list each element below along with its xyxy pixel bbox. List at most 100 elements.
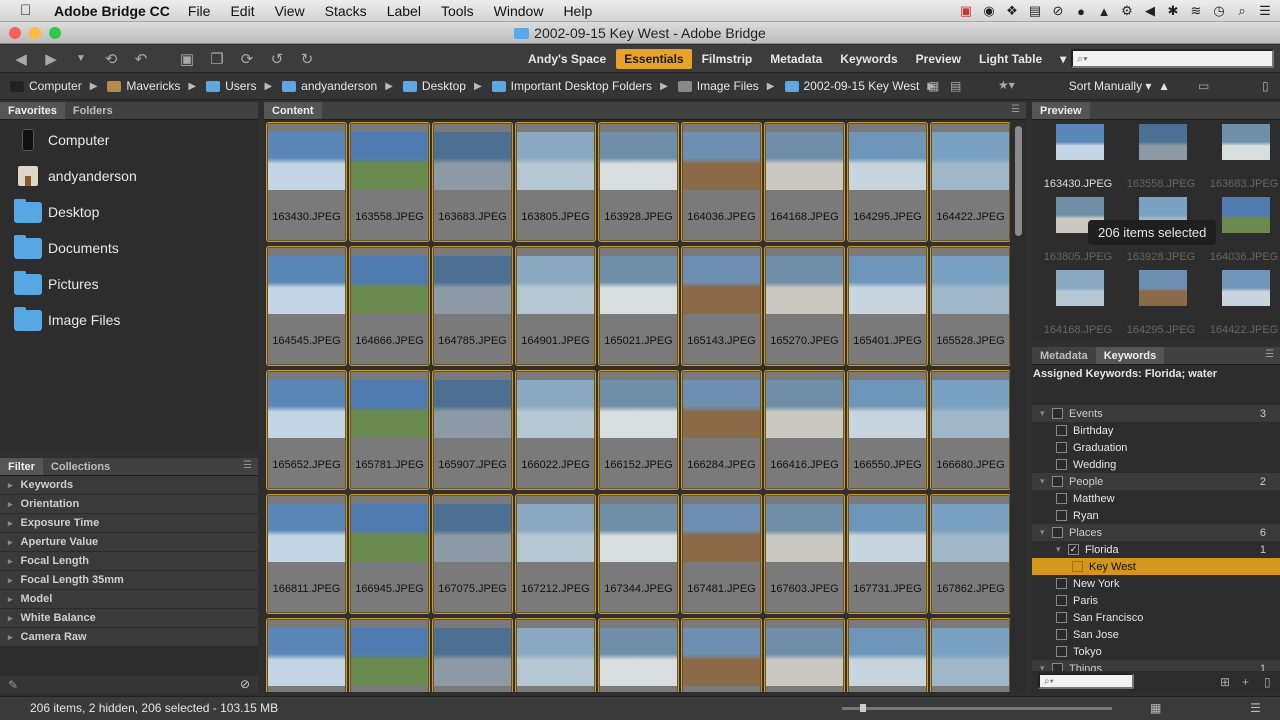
- accessibility-icon[interactable]: ⚙: [1120, 3, 1134, 19]
- favorite-documents[interactable]: Documents: [0, 230, 258, 266]
- rating-filter-icon[interactable]: ★▾: [998, 78, 1015, 92]
- trash-icon[interactable]: ▯: [1262, 79, 1269, 93]
- thumbnail-cell[interactable]: 165907.JPEG: [432, 370, 513, 490]
- thumbnail-cell[interactable]: 164901.JPEG: [515, 246, 596, 366]
- breadcrumb-mavericks[interactable]: Mavericks ▶: [107, 79, 196, 93]
- keyword-things[interactable]: ▾ Things 1: [1032, 660, 1280, 671]
- spotlight-icon[interactable]: ⌕: [1235, 3, 1249, 19]
- filter-model[interactable]: Model: [0, 590, 258, 609]
- zoom-button[interactable]: [49, 27, 61, 39]
- grid-view-icon[interactable]: ▦: [1150, 701, 1161, 715]
- keyword-wedding[interactable]: Wedding: [1032, 456, 1280, 473]
- filter-aperture-value[interactable]: Aperture Value: [0, 533, 258, 552]
- preview-thumbnail[interactable]: 164168.JPEG: [1038, 268, 1118, 336]
- thumbnail-cell[interactable]: 164168.JPEG: [764, 122, 845, 242]
- breadcrumb-computer[interactable]: Computer ▶: [10, 79, 97, 93]
- favorite-image-files[interactable]: Image Files: [0, 302, 258, 338]
- keyword-san-jose[interactable]: San Jose: [1032, 626, 1280, 643]
- thumbnail-cell[interactable]: 163683.JPEG: [432, 122, 513, 242]
- thumbnail-cell[interactable]: 167212.JPEG: [515, 494, 596, 614]
- tab-folders[interactable]: Folders: [65, 102, 121, 119]
- filter-camera-raw[interactable]: Camera Raw: [0, 628, 258, 647]
- reveal-icon[interactable]: ⟲: [102, 50, 120, 68]
- panel-menu-icon[interactable]: ☰: [243, 460, 252, 471]
- thumbnail-cell[interactable]: [266, 618, 347, 692]
- thumbnail-cell[interactable]: [598, 618, 679, 692]
- preview-thumbnail[interactable]: 163430.JPEG: [1038, 122, 1118, 190]
- open-recent-icon[interactable]: ⟳: [238, 50, 256, 68]
- menu-stacks[interactable]: Stacks: [325, 3, 367, 19]
- thumbnail-cell[interactable]: 167075.JPEG: [432, 494, 513, 614]
- workspace-preview[interactable]: Preview: [908, 49, 969, 69]
- list-icon[interactable]: ☰: [1258, 3, 1272, 19]
- thumbnail-cell[interactable]: 165270.JPEG: [764, 246, 845, 366]
- tab-favorites[interactable]: Favorites: [0, 102, 65, 119]
- panel-menu-icon[interactable]: ☰: [1265, 349, 1274, 360]
- thumbnail-cell[interactable]: 164666.JPEG: [349, 246, 430, 366]
- wifi-icon[interactable]: ≋: [1189, 3, 1203, 19]
- breadcrumb-andyanderson[interactable]: andyanderson ▶: [282, 79, 393, 93]
- thumbnail-cell[interactable]: [515, 618, 596, 692]
- thumbnail-cell[interactable]: [432, 618, 513, 692]
- breadcrumb-users[interactable]: Users ▶: [206, 79, 272, 93]
- thumbnail-cell[interactable]: 163558.JPEG: [349, 122, 430, 242]
- sort-dropdown[interactable]: Sort Manually ▾ ▲: [1069, 79, 1170, 93]
- thumbnail-cell[interactable]: 165528.JPEG: [930, 246, 1010, 366]
- dropbox-icon[interactable]: ❖: [1005, 3, 1019, 19]
- keyword-checkbox[interactable]: [1056, 595, 1067, 606]
- favorite-computer[interactable]: Computer: [0, 122, 258, 158]
- rotate-left-icon[interactable]: ↺: [268, 50, 286, 68]
- thumbnail-cell[interactable]: 167481.JPEG: [681, 494, 762, 614]
- forward-icon[interactable]: ▶: [42, 50, 60, 68]
- panel-menu-icon[interactable]: ☰: [1011, 104, 1020, 115]
- keyword-places[interactable]: ▾ Places 6: [1032, 524, 1280, 541]
- app-menu[interactable]: Adobe Bridge CC: [54, 3, 170, 19]
- volume-icon[interactable]: ◀: [1143, 3, 1157, 19]
- close-button[interactable]: [9, 27, 21, 39]
- preview-thumbnail[interactable]: 163558.JPEG: [1121, 122, 1201, 190]
- keyword-checkbox[interactable]: [1056, 578, 1067, 589]
- tab-preview[interactable]: Preview: [1032, 102, 1090, 119]
- tab-metadata[interactable]: Metadata: [1032, 347, 1096, 364]
- list-view-icon[interactable]: ☰: [1250, 701, 1261, 715]
- thumbnail-cell[interactable]: 166811.JPEG: [266, 494, 347, 614]
- keyword-matthew[interactable]: Matthew: [1032, 490, 1280, 507]
- thumbnail-cell[interactable]: 165143.JPEG: [681, 246, 762, 366]
- network-icon[interactable]: ▤: [1028, 3, 1042, 19]
- keyword-florida[interactable]: ▾ ✓ Florida 1: [1032, 541, 1280, 558]
- timer-icon[interactable]: ●: [1074, 4, 1088, 19]
- creative-cloud-icon[interactable]: ◉: [982, 3, 996, 19]
- filter-white-balance[interactable]: White Balance: [0, 609, 258, 628]
- favorite-pictures[interactable]: Pictures: [0, 266, 258, 302]
- breadcrumb-important-desktop-folders[interactable]: Important Desktop Folders ▶: [491, 79, 668, 93]
- filter-focal-length-35mm[interactable]: Focal Length 35mm: [0, 571, 258, 590]
- history-dropdown-icon[interactable]: ▼: [72, 53, 90, 64]
- menu-help[interactable]: Help: [563, 3, 592, 19]
- new-sub-keyword-icon[interactable]: +: [1242, 675, 1249, 689]
- thumbnail-cell[interactable]: 165401.JPEG: [847, 246, 928, 366]
- back-icon[interactable]: ◀: [12, 50, 30, 68]
- thumbnail-cell[interactable]: [349, 618, 430, 692]
- slider-thumb[interactable]: [860, 704, 866, 712]
- keyword-birthday[interactable]: Birthday: [1032, 422, 1280, 439]
- keyword-paris[interactable]: Paris: [1032, 592, 1280, 609]
- notification-icon[interactable]: ▲: [1097, 4, 1111, 19]
- sync-icon[interactable]: ⊘: [1051, 3, 1065, 19]
- keyword-checkbox[interactable]: [1056, 629, 1067, 640]
- thumbnail-cell[interactable]: 163928.JPEG: [598, 122, 679, 242]
- filter-icon[interactable]: ▤: [950, 79, 961, 93]
- keyword-search-input[interactable]: [1038, 673, 1134, 689]
- thumbnail-cell[interactable]: 164785.JPEG: [432, 246, 513, 366]
- bluetooth-icon[interactable]: ✱: [1166, 3, 1180, 19]
- keyword-checkbox[interactable]: [1056, 493, 1067, 504]
- calendar-icon[interactable]: ▣: [959, 3, 973, 19]
- keyword-checkbox[interactable]: [1072, 561, 1083, 572]
- apple-icon[interactable]: : [20, 2, 42, 19]
- minimize-button[interactable]: [29, 27, 41, 39]
- keyword-people[interactable]: ▾ People 2: [1032, 473, 1280, 490]
- keyword-checkbox[interactable]: [1056, 442, 1067, 453]
- thumbnail-cell[interactable]: 167862.JPEG: [930, 494, 1010, 614]
- thumbnail-cell[interactable]: 166945.JPEG: [349, 494, 430, 614]
- thumbnail-cell[interactable]: 166680.JPEG: [930, 370, 1010, 490]
- keyword-checkbox[interactable]: [1052, 663, 1063, 671]
